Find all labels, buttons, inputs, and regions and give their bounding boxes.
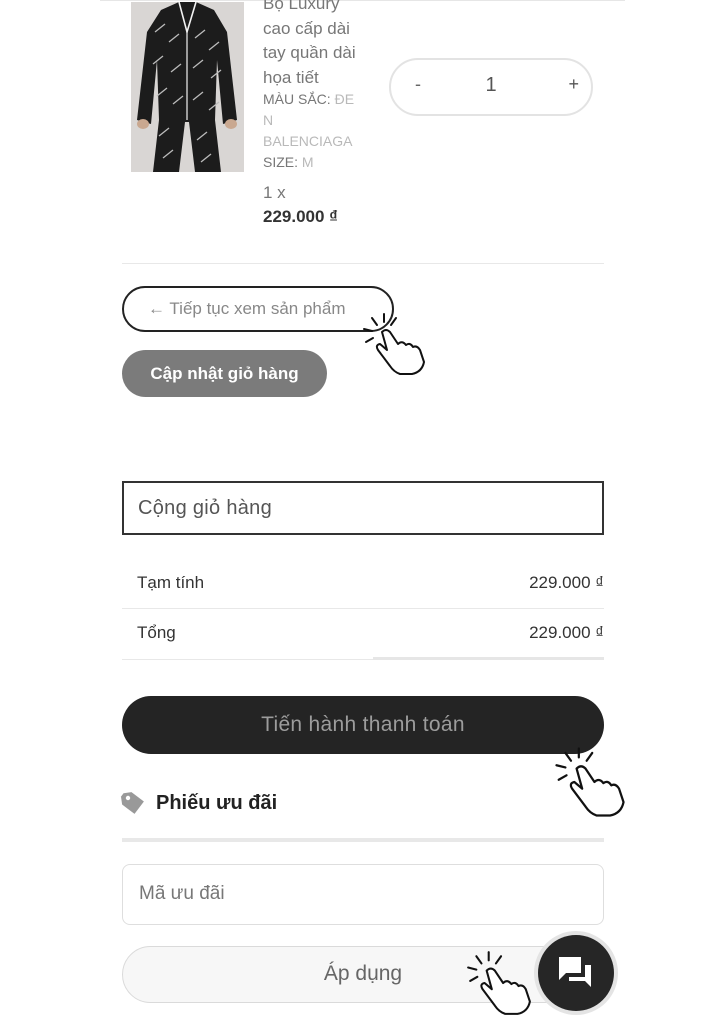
product-name-line: họa tiết	[263, 67, 319, 87]
cart-divider	[122, 263, 604, 264]
coupon-title: Phiếu ưu đãi	[156, 792, 278, 814]
update-cart-button[interactable]: Cập nhật giỏ hàng	[122, 350, 327, 397]
totals-divider	[122, 608, 604, 609]
product-name-line: Bộ Luxury	[263, 0, 340, 13]
color-value-cont: N	[263, 112, 274, 128]
hand-pointer-icon	[555, 747, 625, 817]
quantity-line: 1 x	[263, 183, 286, 202]
hand-pointer-icon	[363, 313, 425, 375]
checkout-button[interactable]: Tiến hành thanh toán	[122, 696, 604, 754]
line-price: 229.000 ₫	[263, 207, 338, 226]
coupon-divider	[122, 838, 604, 842]
product-image[interactable]	[131, 2, 244, 172]
color-variant: MÀU SẮC: ĐE	[263, 89, 373, 110]
cart-totals-heading: Cộng giỏ hàng	[122, 481, 604, 535]
chat-button[interactable]	[534, 931, 618, 1015]
subtotal-label: Tạm tính	[137, 573, 205, 592]
increase-button[interactable]: +	[568, 74, 579, 95]
hand-pointer-icon	[467, 951, 531, 1015]
color-value-cont: BALENCIAGA	[263, 133, 353, 149]
quantity-value[interactable]: 1	[391, 74, 591, 97]
size-variant: SIZE: M	[263, 152, 373, 173]
tag-icon	[120, 791, 146, 820]
continue-shopping-button[interactable]: ← Tiếp tục xem sản phẩm	[122, 286, 394, 332]
size-label: SIZE:	[263, 154, 299, 170]
totals-underline	[373, 657, 604, 660]
chat-icon	[559, 957, 591, 987]
product-variants: MÀU SẮC: ĐE N BALENCIAGA SIZE: M	[263, 89, 373, 173]
total-value: 229.000 ₫	[529, 623, 604, 642]
subtotal-value: 229.000 ₫	[529, 573, 604, 592]
product-name-line: tay quần dài	[263, 43, 356, 62]
quantity-stepper[interactable]: - 1 +	[389, 58, 593, 116]
color-value: ĐE	[334, 91, 355, 107]
product-name-line: cao cấp dài	[263, 18, 350, 38]
size-value: M	[301, 154, 314, 170]
color-label: MÀU SẮC:	[263, 91, 331, 107]
coupon-code-input[interactable]: Mã ưu đãi	[122, 864, 604, 925]
total-label: Tổng	[137, 623, 176, 642]
product-name[interactable]: Bộ Luxury cao cấp dài tay quần dài họa t…	[263, 0, 383, 90]
